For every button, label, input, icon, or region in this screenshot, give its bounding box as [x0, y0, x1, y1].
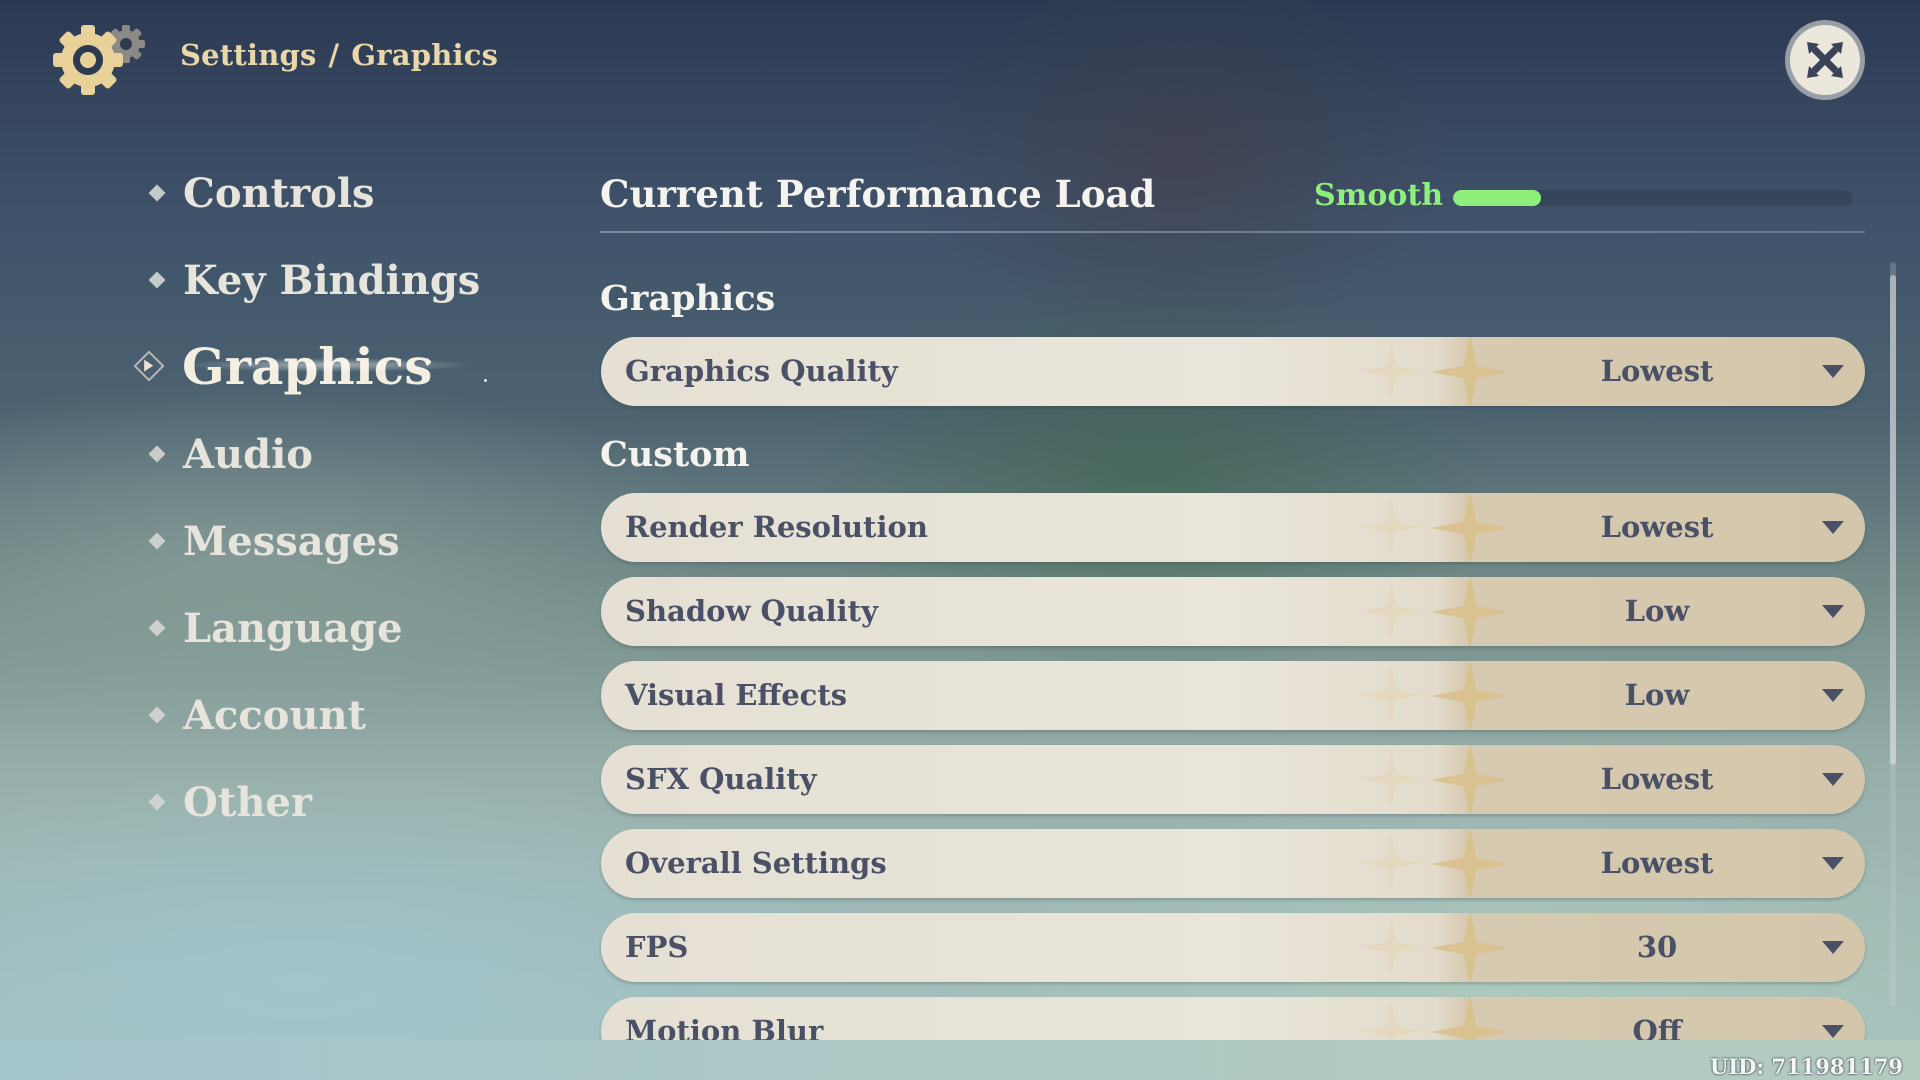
setting-row-visual-effects[interactable]: Visual Effects Low	[601, 661, 1865, 730]
star-decoration	[1431, 829, 1509, 898]
setting-label: Motion Blur	[625, 1014, 824, 1040]
star-decoration	[1431, 661, 1509, 730]
setting-row-motion-blur[interactable]: Motion Blur Off	[601, 997, 1865, 1040]
section-heading-graphics: Graphics	[600, 278, 776, 319]
star-decoration	[1361, 665, 1421, 725]
setting-label: Graphics Quality	[625, 354, 898, 388]
setting-row-shadow-quality[interactable]: Shadow Quality Low	[601, 577, 1865, 646]
bottom-fade	[0, 1040, 1920, 1080]
scrollbar-thumb[interactable]	[1890, 275, 1896, 765]
setting-value: Lowest	[1600, 354, 1714, 388]
setting-label: Visual Effects	[625, 678, 848, 712]
setting-label: SFX Quality	[625, 762, 817, 796]
star-decoration	[1431, 337, 1509, 406]
star-decoration	[1361, 917, 1421, 977]
setting-row-graphics-quality[interactable]: Graphics Quality Lowest	[601, 337, 1865, 406]
dropdown-arrow-icon[interactable]	[1822, 521, 1844, 534]
dropdown-arrow-icon[interactable]	[1822, 857, 1844, 870]
setting-row-overall-settings[interactable]: Overall Settings Lowest	[601, 829, 1865, 898]
star-decoration	[1361, 749, 1421, 809]
section-heading-custom: Custom	[600, 434, 750, 475]
star-decoration	[1361, 581, 1421, 641]
star-decoration	[1361, 497, 1421, 557]
setting-value: Off	[1632, 1014, 1682, 1040]
dropdown-arrow-icon[interactable]	[1822, 689, 1844, 702]
dropdown-arrow-icon[interactable]	[1822, 365, 1844, 378]
setting-value: Low	[1624, 594, 1690, 628]
dropdown-arrow-icon[interactable]	[1822, 605, 1844, 618]
setting-value: 30	[1636, 930, 1678, 964]
setting-label: Overall Settings	[625, 846, 887, 880]
setting-value: Lowest	[1600, 510, 1714, 544]
setting-value: Lowest	[1600, 846, 1714, 880]
uid-label: UID: 711981179	[1710, 1054, 1903, 1079]
star-decoration	[1431, 577, 1509, 646]
star-decoration	[1431, 913, 1509, 982]
star-decoration	[1361, 341, 1421, 401]
star-decoration	[1361, 1001, 1421, 1040]
dropdown-arrow-icon[interactable]	[1822, 1025, 1844, 1038]
star-decoration	[1361, 833, 1421, 893]
star-decoration	[1431, 745, 1509, 814]
dropdown-arrow-icon[interactable]	[1822, 773, 1844, 786]
setting-value: Lowest	[1600, 762, 1714, 796]
setting-row-render-resolution[interactable]: Render Resolution Lowest	[601, 493, 1865, 562]
setting-row-fps[interactable]: FPS 30	[601, 913, 1865, 982]
settings-list: Graphics Graphics Quality Lowest Custom …	[0, 0, 1920, 1040]
setting-label: Render Resolution	[625, 510, 928, 544]
setting-label: Shadow Quality	[625, 594, 878, 628]
star-decoration	[1431, 493, 1509, 562]
setting-label: FPS	[625, 930, 689, 964]
setting-value: Low	[1624, 678, 1690, 712]
star-decoration	[1431, 997, 1509, 1040]
dropdown-arrow-icon[interactable]	[1822, 941, 1844, 954]
setting-row-sfx-quality[interactable]: SFX Quality Lowest	[601, 745, 1865, 814]
